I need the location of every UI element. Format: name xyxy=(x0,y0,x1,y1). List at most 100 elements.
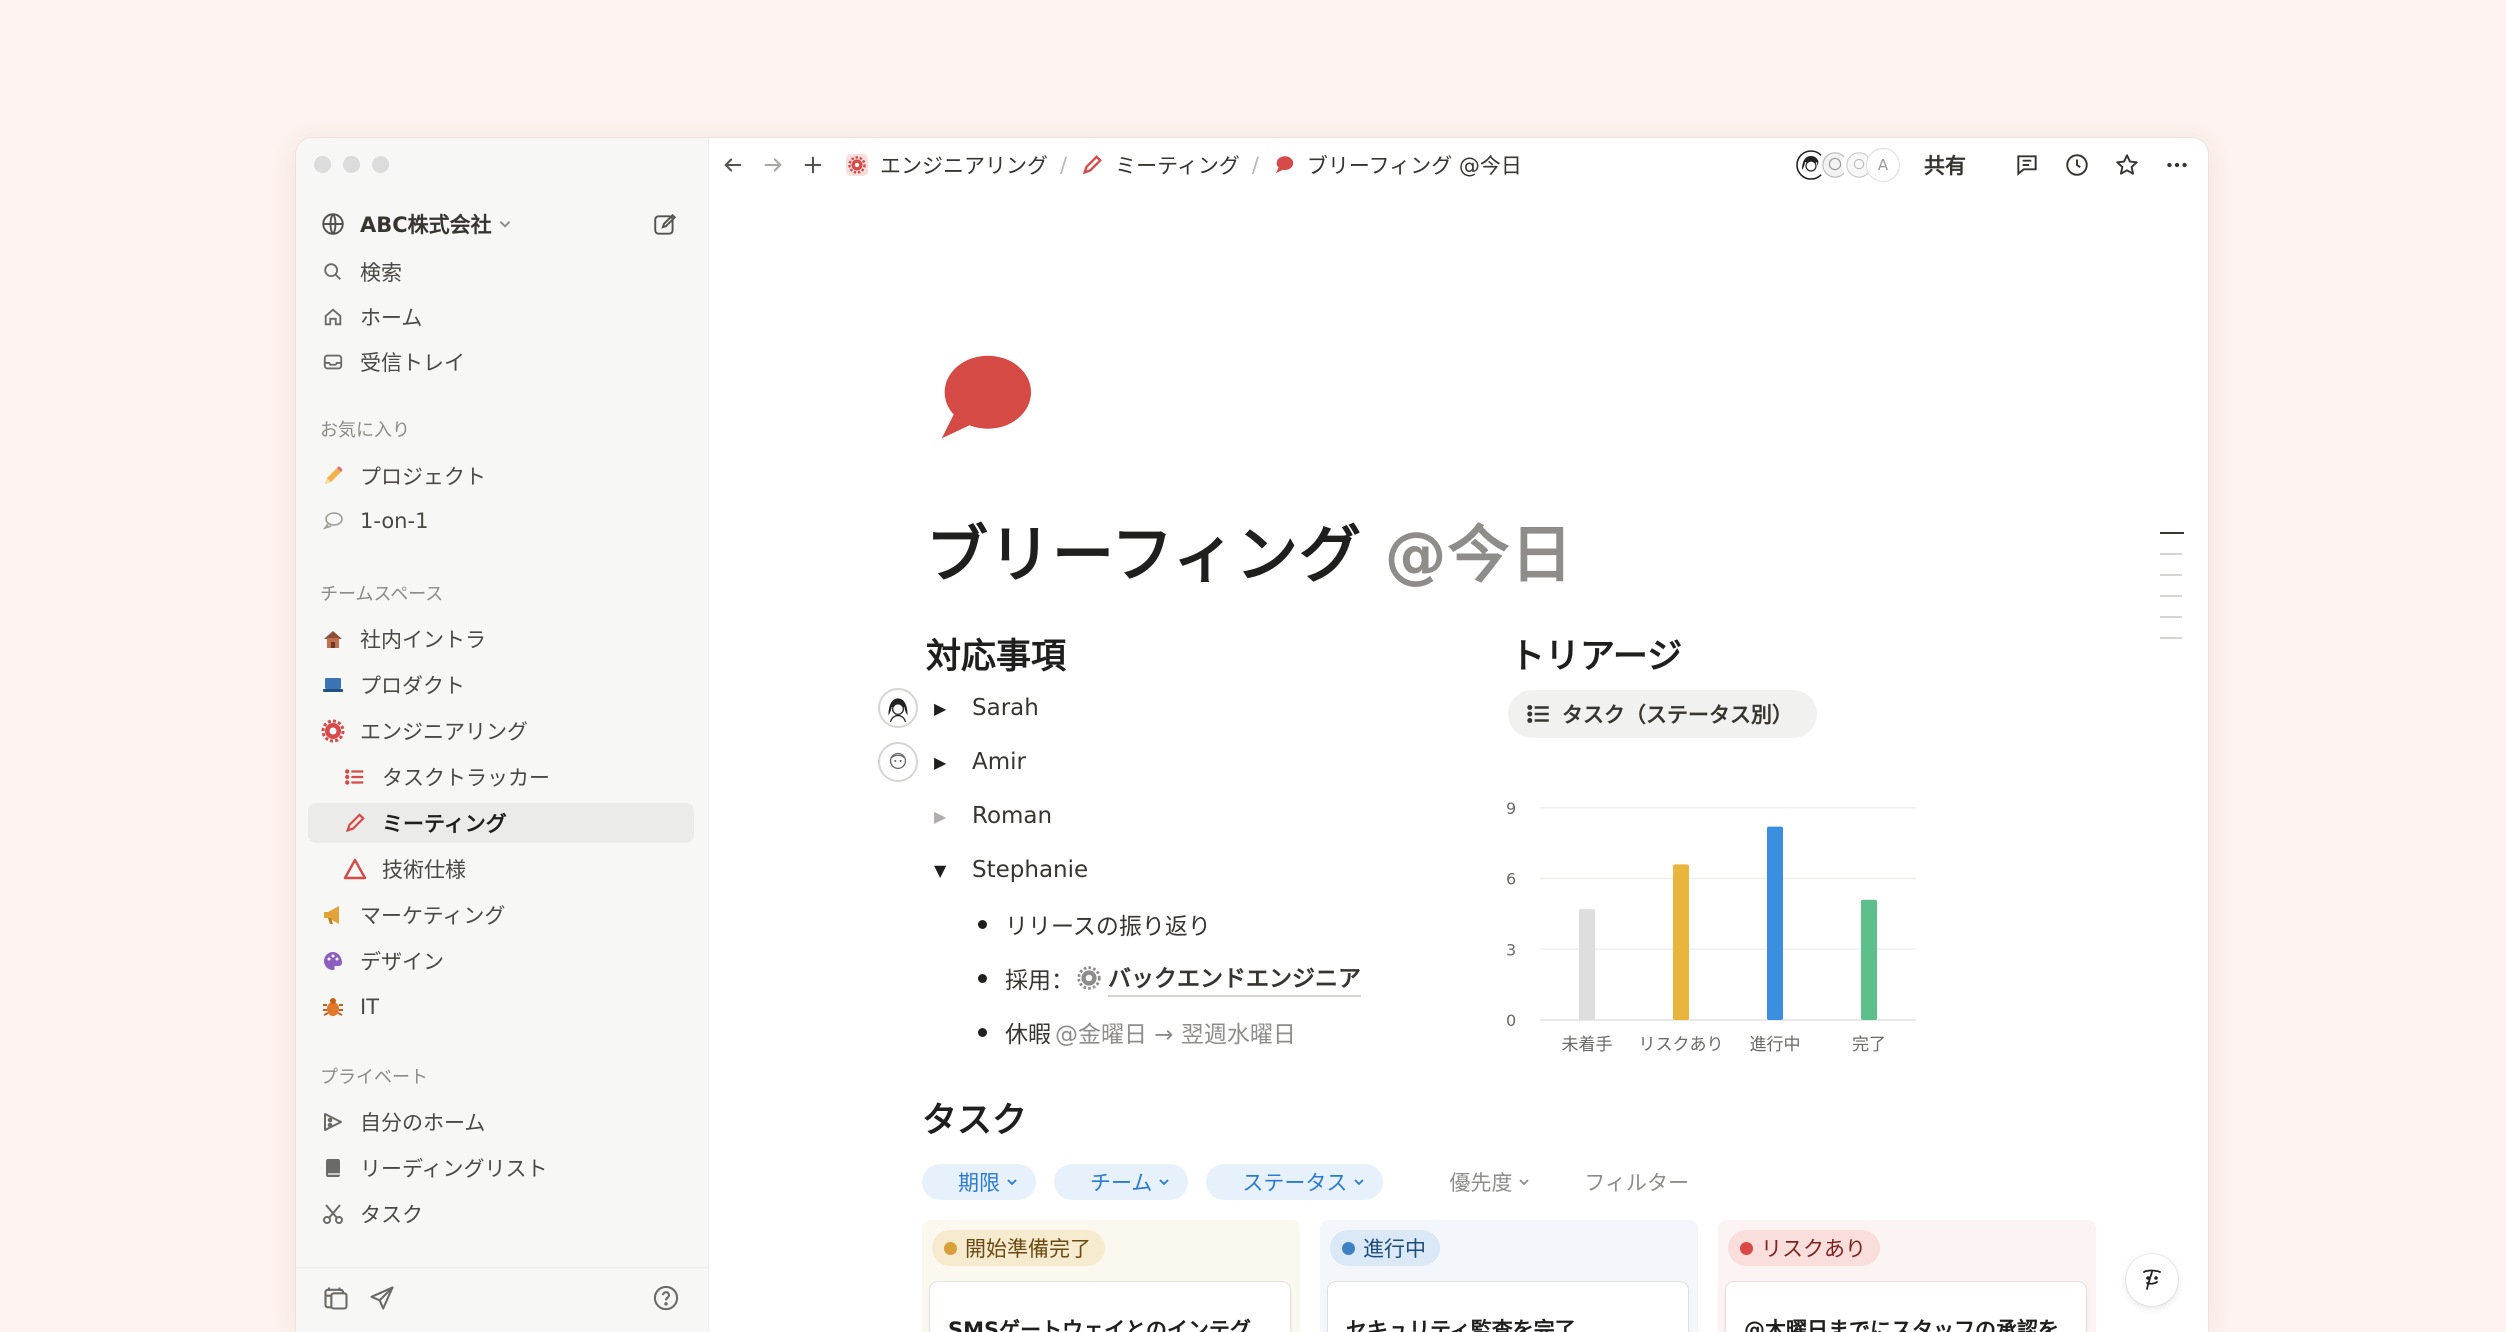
task-card[interactable]: @木曜日までにスタッフの承認を xyxy=(1726,1282,2086,1332)
toc-line[interactable] xyxy=(2160,574,2182,576)
y-tick-label: 0 xyxy=(1506,1011,1516,1030)
sidebar-item-label: 社内イントラ xyxy=(360,628,486,652)
workspace-switcher[interactable]: ABC株式会社 xyxy=(320,204,688,244)
y-tick-label: 3 xyxy=(1506,940,1516,959)
toc-line[interactable] xyxy=(2160,616,2182,618)
page-link[interactable]: バックエンドエンジニア xyxy=(1108,959,1361,997)
sidebar-item-task-tracker[interactable]: タスクトラッカー xyxy=(308,757,694,797)
sidebar-item-1on1[interactable]: 1-on-1 xyxy=(308,501,694,541)
forward-icon[interactable] xyxy=(758,150,788,180)
new-page-icon[interactable] xyxy=(652,212,678,238)
breadcrumb-meetings[interactable]: ミーティング xyxy=(1079,150,1240,180)
view-tab-tasks-by-status[interactable]: タスク（ステータス別） xyxy=(1508,690,1817,738)
sidebar-item-product[interactable]: プロダクト xyxy=(308,665,694,705)
breadcrumb-label: ブリーフィング @今日 xyxy=(1306,154,1522,178)
toc-line[interactable] xyxy=(2160,595,2182,597)
sidebar-item-search[interactable]: 検索 xyxy=(308,252,694,292)
sidebar-item-intranet[interactable]: 社内イントラ xyxy=(308,619,694,659)
send-icon[interactable] xyxy=(368,1284,396,1312)
sidebar-item-tasks[interactable]: タスク xyxy=(308,1194,694,1234)
minimize-window-button[interactable] xyxy=(343,156,360,173)
breadcrumb-engineering[interactable]: エンジニアリング xyxy=(844,150,1048,180)
history-icon[interactable] xyxy=(2062,150,2092,180)
sidebar-item-project[interactable]: プロジェクト xyxy=(308,456,694,496)
sidebar-item-label: 受信トレイ xyxy=(360,351,465,375)
sidebar-item-label: ホーム xyxy=(360,306,423,330)
toc-line[interactable] xyxy=(2160,532,2184,534)
list-icon xyxy=(342,764,368,790)
task-card-title: SMSゲートウェイとのインテグ xyxy=(948,1318,1251,1332)
action-items-heading: 対応事項 xyxy=(926,637,1067,677)
sidebar-item-home[interactable]: ホーム xyxy=(308,297,694,337)
sidebar-item-marketing[interactable]: マーケティング xyxy=(308,895,694,935)
filter-team[interactable]: チーム xyxy=(1054,1164,1189,1200)
toggle-amir[interactable]: ▶ Amir xyxy=(934,741,1026,783)
sidebar-item-design[interactable]: デザイン xyxy=(308,941,694,981)
plus-icon[interactable] xyxy=(798,150,828,180)
status-badge[interactable]: 開始準備完了 xyxy=(932,1230,1105,1266)
sidebar-item-it[interactable]: IT xyxy=(308,987,694,1027)
triangle-right-icon[interactable]: ▶ xyxy=(934,753,950,772)
status-badge[interactable]: 進行中 xyxy=(1330,1230,1440,1266)
filter-status[interactable]: ステータス xyxy=(1206,1164,1384,1200)
task-card[interactable]: SMSゲートウェイとのインテグ xyxy=(930,1282,1290,1332)
chevron-down-icon xyxy=(1354,1179,1365,1186)
status-badge[interactable]: リスクあり xyxy=(1728,1230,1880,1266)
close-window-button[interactable] xyxy=(314,156,331,173)
calendar-icon[interactable] xyxy=(322,1284,350,1312)
help-icon[interactable] xyxy=(652,1284,680,1312)
filter-label: 期限 xyxy=(958,1171,1000,1195)
share-button[interactable]: 共有 xyxy=(1924,150,1966,180)
chevron-down-icon xyxy=(499,221,510,228)
toggle-sarah[interactable]: ▶ Sarah xyxy=(934,687,1039,729)
sidebar-item-label: エンジニアリング xyxy=(360,720,528,744)
sidebar-item-tech-spec[interactable]: 技術仕様 xyxy=(308,849,694,889)
collaborator-avatars[interactable]: A xyxy=(1794,148,1900,182)
assistant-button[interactable] xyxy=(2126,1254,2178,1306)
back-icon[interactable] xyxy=(718,150,748,180)
sidebar-item-engineering[interactable]: エンジニアリング xyxy=(308,711,694,751)
sidebar-item-label: ミーティング xyxy=(382,812,507,836)
sidebar-item-inbox[interactable]: 受信トレイ xyxy=(308,342,694,382)
sidebar-item-label: プロジェクト xyxy=(360,465,486,489)
window-controls xyxy=(314,156,389,173)
task-card[interactable]: セキュリティ監査を完了 xyxy=(1328,1282,1688,1332)
triangle-down-icon[interactable]: ▼ xyxy=(934,861,950,880)
page-title[interactable]: ブリーフィング @今日 xyxy=(926,504,1574,594)
filter-due-date[interactable]: 期限 xyxy=(922,1164,1036,1200)
date-mention[interactable]: @金曜日 → 翌週水曜日 xyxy=(1055,1015,1296,1049)
breadcrumb-current-page[interactable]: ブリーフィング @今日 xyxy=(1271,150,1522,180)
board-column-in-progress: 進行中 セキュリティ監査を完了 xyxy=(1320,1220,1698,1332)
comment-icon[interactable] xyxy=(2012,150,2042,180)
status-dot xyxy=(944,1241,957,1255)
list-item[interactable]: 採用： バックエンドエンジニア xyxy=(978,957,1361,999)
triangle-right-icon[interactable]: ▶ xyxy=(934,699,950,718)
x-tick-label: 未着手 xyxy=(1562,1035,1613,1055)
list-item[interactable]: 休暇 @金曜日 → 翌週水曜日 xyxy=(978,1011,1296,1053)
x-tick-label: 進行中 xyxy=(1750,1035,1801,1055)
add-filter-button[interactable]: フィルター xyxy=(1566,1164,1707,1200)
y-tick-label: 6 xyxy=(1506,870,1516,889)
avatar-amir xyxy=(878,742,918,782)
list-item[interactable]: リリースの振り返り xyxy=(978,903,1211,945)
toc-line[interactable] xyxy=(2160,553,2182,555)
sidebar-item-reading-list[interactable]: リーディングリスト xyxy=(308,1148,694,1188)
date-mention[interactable]: @今日 xyxy=(1385,518,1574,591)
chevron-down-icon xyxy=(1007,1179,1017,1186)
breadcrumb-separator: / xyxy=(1060,153,1068,177)
page-speech-bubble-icon[interactable] xyxy=(936,350,1032,446)
toggle-stephanie[interactable]: ▼ Stephanie xyxy=(934,849,1088,891)
sidebar-item-label: プロダクト xyxy=(360,674,465,698)
maximize-window-button[interactable] xyxy=(372,156,389,173)
toc-line[interactable] xyxy=(2160,637,2182,639)
filter-priority[interactable]: 優先度 xyxy=(1431,1164,1548,1200)
sidebar-item-meetings[interactable]: ミーティング xyxy=(308,803,694,843)
triangle-right-icon[interactable]: ▶ xyxy=(934,807,950,826)
more-icon[interactable] xyxy=(2162,150,2192,180)
sidebar-item-my-home[interactable]: 自分のホーム xyxy=(308,1102,694,1142)
speech-bubble-icon xyxy=(320,508,346,534)
star-icon[interactable] xyxy=(2112,150,2142,180)
toggle-roman[interactable]: ▶ Roman xyxy=(934,795,1052,837)
table-of-contents[interactable] xyxy=(2160,532,2184,658)
task-card-title: セキュリティ監査を完了 xyxy=(1346,1318,1576,1332)
